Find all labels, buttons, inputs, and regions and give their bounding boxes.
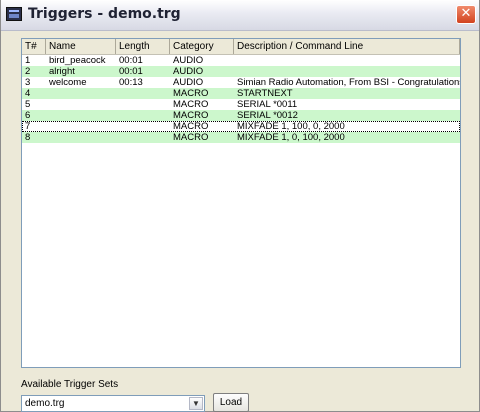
trigger-set-dropdown[interactable]: demo.trg ▼ xyxy=(21,395,205,412)
row-category: AUDIO xyxy=(173,77,204,88)
close-icon: ✕ xyxy=(460,6,472,21)
row-category: AUDIO xyxy=(173,55,204,66)
row-category: MACRO xyxy=(173,132,209,143)
row-category: MACRO xyxy=(173,121,209,132)
row-name xyxy=(46,88,117,99)
trigger-list[interactable]: T# Name Length Category Description / Co… xyxy=(21,38,461,368)
list-header: T# Name Length Category Description / Co… xyxy=(22,39,460,55)
row-description: SERIAL *0011 xyxy=(237,99,298,110)
row-length xyxy=(116,132,171,143)
table-row[interactable]: 6 MACRO SERIAL *0012 xyxy=(22,110,460,121)
row-number: 6 xyxy=(25,110,31,121)
column-header-length[interactable]: Length xyxy=(116,39,170,54)
row-number: 5 xyxy=(25,99,31,110)
column-header-description[interactable]: Description / Command Line xyxy=(234,39,460,54)
row-category: AUDIO xyxy=(173,66,204,77)
row-category: MACRO xyxy=(173,99,209,110)
row-name xyxy=(46,132,117,143)
table-row[interactable]: 4 MACRO STARTNEXT xyxy=(22,88,460,99)
table-row[interactable]: 1 bird_peacock 00:01 AUDIO xyxy=(22,55,460,66)
row-length: 00:01 xyxy=(119,55,143,66)
row-number: 8 xyxy=(25,132,31,143)
row-length: 00:13 xyxy=(119,77,143,88)
row-name: alright xyxy=(49,66,75,77)
table-row[interactable]: 2 alright 00:01 AUDIO xyxy=(22,66,460,77)
row-name xyxy=(46,121,117,132)
column-header-number[interactable]: T# xyxy=(22,39,46,54)
column-header-name[interactable]: Name xyxy=(46,39,116,54)
table-row[interactable]: 5 MACRO SERIAL *0011 xyxy=(22,99,460,110)
column-header-category[interactable]: Category xyxy=(170,39,234,54)
row-number: 2 xyxy=(25,66,31,77)
table-row[interactable]: 8 MACRO MIXFADE 1, 0, 100, 2000 xyxy=(22,132,460,143)
row-length xyxy=(116,88,171,99)
app-monitor-icon xyxy=(6,7,22,21)
row-description: MIXFADE 1, 0, 100, 2000 xyxy=(237,132,345,143)
load-button[interactable]: Load xyxy=(213,393,249,412)
row-description xyxy=(234,55,460,66)
row-name xyxy=(46,110,117,121)
row-length xyxy=(116,99,171,110)
window-title: Triggers - demo.trg xyxy=(28,6,181,22)
row-length: 00:01 xyxy=(119,66,143,77)
table-row[interactable]: 3 welcome 00:13 AUDIO Simian Radio Autom… xyxy=(22,77,460,88)
row-description: STARTNEXT xyxy=(237,88,293,99)
dropdown-arrow-icon[interactable]: ▼ xyxy=(189,397,203,410)
row-name: bird_peacock xyxy=(49,55,106,66)
triggers-window: Triggers - demo.trg ✕ T# Name Length Cat… xyxy=(0,0,480,412)
row-name xyxy=(46,99,117,110)
title-bar[interactable]: Triggers - demo.trg ✕ xyxy=(1,0,479,31)
row-number: 7 xyxy=(25,121,31,132)
row-number: 3 xyxy=(25,77,31,88)
row-number: 4 xyxy=(25,88,31,99)
row-name: welcome xyxy=(49,77,87,88)
available-sets-label: Available Trigger Sets xyxy=(21,379,119,390)
row-number: 1 xyxy=(25,55,31,66)
close-button[interactable]: ✕ xyxy=(456,5,476,24)
table-row[interactable]: 7 MACRO MIXFADE 1, 100, 0, 2000 xyxy=(22,121,460,132)
row-length xyxy=(116,110,171,121)
row-description: Simian Radio Automation, From BSI - Cong… xyxy=(237,77,461,88)
row-length xyxy=(116,121,171,132)
row-description: SERIAL *0012 xyxy=(237,110,298,121)
row-category: MACRO xyxy=(173,110,209,121)
row-description: MIXFADE 1, 100, 0, 2000 xyxy=(237,121,345,132)
row-category: MACRO xyxy=(173,88,209,99)
row-description xyxy=(234,66,460,77)
trigger-set-value: demo.trg xyxy=(25,398,65,409)
